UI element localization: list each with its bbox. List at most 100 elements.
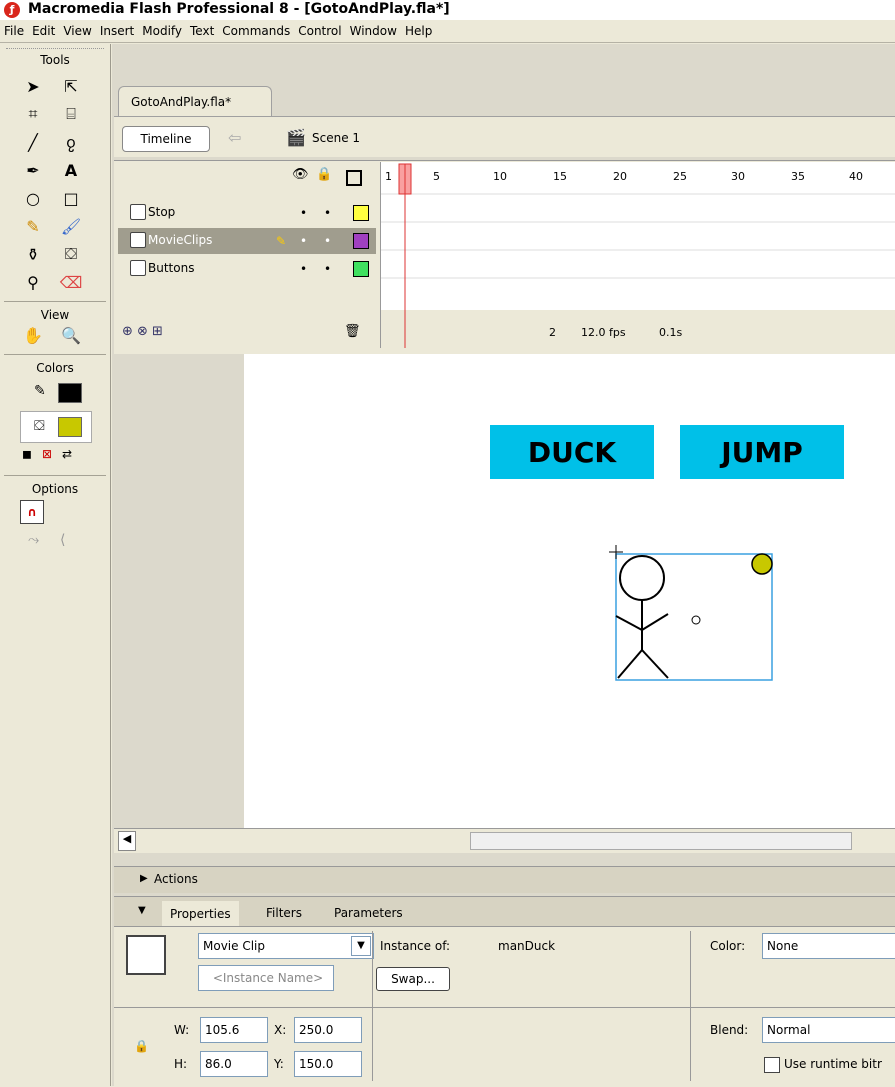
hand-tool-icon[interactable]: ✋ bbox=[14, 322, 52, 348]
back-arrow-icon[interactable]: ⇦ bbox=[228, 128, 241, 147]
collapse-properties-icon[interactable]: ▼ bbox=[138, 905, 146, 916]
h-field[interactable]: 86.0 bbox=[200, 1051, 268, 1077]
eye-icon[interactable]: 👁 bbox=[292, 167, 309, 182]
document-tab[interactable]: GotoAndPlay.fla* bbox=[118, 86, 272, 117]
tab-filters[interactable]: Filters bbox=[266, 906, 302, 920]
menu-window[interactable]: Window bbox=[346, 20, 401, 42]
ink-bottle-tool-icon[interactable]: ⚱ bbox=[14, 241, 52, 267]
visible-dot[interactable]: • bbox=[300, 262, 307, 276]
color-label: Color: bbox=[710, 939, 746, 953]
layer-color-swatch[interactable] bbox=[353, 205, 369, 221]
free-transform-tool-icon[interactable]: ⌗ bbox=[14, 101, 52, 127]
lasso-tool-icon[interactable]: ჹ bbox=[52, 129, 90, 155]
lock-ratio-icon[interactable]: 🔒 bbox=[134, 1039, 149, 1053]
scroll-left-icon[interactable]: ◀ bbox=[118, 831, 136, 851]
pencil-tool-icon[interactable]: ✎ bbox=[14, 213, 52, 239]
blend-select[interactable]: Normal bbox=[762, 1017, 895, 1043]
subselect-tool-icon[interactable]: ⇱ bbox=[52, 73, 90, 99]
default-colors-icon[interactable]: ◼ bbox=[22, 447, 32, 461]
menu-control[interactable]: Control bbox=[294, 20, 345, 42]
pen-tool-icon[interactable]: ✒ bbox=[14, 157, 52, 183]
arrow-tool-icon[interactable]: ➤ bbox=[14, 73, 52, 99]
layer-row[interactable]: Buttons • • bbox=[118, 256, 376, 282]
layer-name: Buttons bbox=[148, 261, 195, 275]
vertical-divider bbox=[690, 931, 691, 1081]
smooth-icon[interactable]: ⤳ bbox=[28, 532, 39, 548]
visible-dot[interactable]: • bbox=[300, 234, 307, 248]
y-field[interactable]: 150.0 bbox=[294, 1051, 362, 1077]
timeline-button[interactable]: Timeline bbox=[122, 126, 210, 152]
stroke-color-icon: ✎ bbox=[34, 383, 46, 399]
layer-row[interactable]: MovieClips ✎ • • bbox=[118, 228, 376, 254]
w-value: 105.6 bbox=[205, 1023, 240, 1037]
lock-icon[interactable]: 🔒 bbox=[316, 167, 332, 182]
zoom-tool-icon[interactable]: 🔍 bbox=[52, 322, 90, 348]
runtime-bitmap-label: Use runtime bitr bbox=[784, 1057, 882, 1071]
blend-label: Blend: bbox=[710, 1023, 749, 1037]
fps-readout[interactable]: 12.0 fps bbox=[581, 326, 626, 339]
swap-button[interactable]: Swap... bbox=[376, 967, 450, 991]
eraser-tool-icon[interactable]: ⌫ bbox=[52, 269, 90, 295]
brush-tool-icon[interactable]: 🖌 bbox=[52, 213, 90, 239]
menu-commands[interactable]: Commands bbox=[218, 20, 294, 42]
layer-color-swatch[interactable] bbox=[353, 261, 369, 277]
tools-panel: Tools ➤ ⇱ ⌗ ⌸ ╱ ჹ ✒ A ○ □ ✎ 🖌 ⚱ ⛋ ⚲ ⌫ Vi… bbox=[0, 44, 111, 1086]
visible-dot[interactable]: • bbox=[300, 206, 307, 220]
fill-color-icon: ⛋ bbox=[34, 418, 45, 434]
eyedropper-tool-icon[interactable]: ⚲ bbox=[14, 269, 52, 295]
oval-tool-icon[interactable]: ○ bbox=[14, 185, 52, 211]
duck-button[interactable]: DUCK bbox=[490, 425, 654, 479]
instance-name-field[interactable]: <Instance Name> bbox=[198, 965, 334, 991]
frame-number: 25 bbox=[673, 170, 687, 183]
properties-tabs: ▼ Properties Filters Parameters bbox=[114, 896, 895, 927]
layer-row[interactable]: Stop • • bbox=[118, 200, 376, 226]
menu-view[interactable]: View bbox=[59, 20, 95, 42]
runtime-bitmap-checkbox[interactable] bbox=[764, 1057, 780, 1073]
menu-text[interactable]: Text bbox=[186, 20, 218, 42]
scene-icon: 🎬 bbox=[286, 128, 306, 147]
stick-man-movieclip[interactable] bbox=[606, 544, 786, 694]
symbol-type-select[interactable]: Movie Clip ▼ bbox=[198, 933, 374, 959]
menu-modify[interactable]: Modify bbox=[138, 20, 186, 42]
layer-page-icon bbox=[130, 260, 146, 276]
tab-properties[interactable]: Properties bbox=[162, 901, 239, 927]
jump-button[interactable]: JUMP bbox=[680, 425, 844, 479]
menu-help[interactable]: Help bbox=[401, 20, 436, 42]
add-layer-icons[interactable]: ⊕ ⊗ ⊞ bbox=[122, 324, 163, 339]
outline-icon[interactable] bbox=[346, 170, 362, 186]
layer-color-swatch[interactable] bbox=[353, 233, 369, 249]
paint-bucket-tool-icon[interactable]: ⛋ bbox=[52, 241, 90, 267]
fill-color-swatch[interactable] bbox=[58, 417, 82, 437]
stroke-color-swatch[interactable] bbox=[58, 383, 82, 403]
y-label: Y: bbox=[274, 1057, 284, 1071]
lock-dot[interactable]: • bbox=[324, 234, 331, 248]
lock-dot[interactable]: • bbox=[324, 206, 331, 220]
straighten-icon[interactable]: ⟨ bbox=[60, 532, 65, 548]
delete-layer-icon[interactable]: 🗑 bbox=[344, 324, 361, 339]
gradient-transform-tool-icon[interactable]: ⌸ bbox=[52, 101, 90, 127]
scroll-thumb[interactable] bbox=[470, 832, 852, 850]
instance-name-placeholder: <Instance Name> bbox=[212, 971, 324, 985]
line-tool-icon[interactable]: ╱ bbox=[14, 129, 52, 155]
expand-actions-icon[interactable]: ▶ bbox=[140, 873, 148, 884]
text-tool-icon[interactable]: A bbox=[52, 157, 90, 183]
snap-magnet-icon[interactable]: ∩ bbox=[20, 500, 44, 524]
lock-dot[interactable]: • bbox=[324, 262, 331, 276]
no-color-icon[interactable]: ⊠ bbox=[42, 447, 52, 461]
menu-file[interactable]: File bbox=[0, 20, 28, 42]
w-field[interactable]: 105.6 bbox=[200, 1017, 268, 1043]
tab-parameters[interactable]: Parameters bbox=[334, 906, 403, 920]
frames-area[interactable]: 1 5 10 15 20 25 30 35 40 2 12.0 fps 0.1s bbox=[380, 162, 895, 348]
horizontal-scrollbar[interactable]: ◀ bbox=[114, 828, 895, 853]
menu-insert[interactable]: Insert bbox=[96, 20, 138, 42]
actions-panel-header[interactable]: ▶ Actions bbox=[114, 866, 895, 893]
chevron-down-icon[interactable]: ▼ bbox=[351, 936, 371, 956]
x-field[interactable]: 250.0 bbox=[294, 1017, 362, 1043]
color-select[interactable]: None bbox=[762, 933, 895, 959]
frame-number: 15 bbox=[553, 170, 567, 183]
current-frame: 2 bbox=[549, 326, 556, 339]
swap-colors-icon[interactable]: ⇄ bbox=[62, 447, 72, 461]
document-tab-label: GotoAndPlay.fla* bbox=[131, 95, 232, 109]
rectangle-tool-icon[interactable]: □ bbox=[52, 185, 90, 211]
menu-edit[interactable]: Edit bbox=[28, 20, 59, 42]
